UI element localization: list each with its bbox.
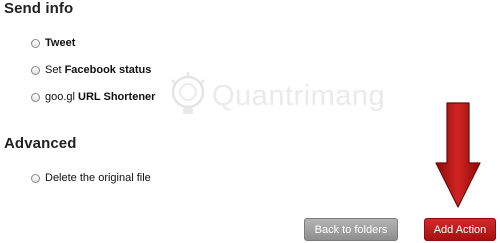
facebook-status-option[interactable]: Set Facebook status: [31, 62, 151, 78]
lightbulb-icon: [171, 72, 205, 114]
facebook-status-label: Set Facebook status: [45, 64, 152, 76]
url-shortener-label: goo.gl URL Shortener: [45, 91, 156, 103]
delete-original-file-option[interactable]: Delete the original file: [31, 170, 151, 186]
url-shortener-radio[interactable]: [31, 92, 40, 102]
url-shortener-option[interactable]: goo.gl URL Shortener: [31, 89, 155, 105]
send-info-heading: Send info: [4, 0, 74, 17]
add-action-button[interactable]: Add Action: [424, 218, 496, 241]
facebook-status-radio[interactable]: [31, 65, 40, 75]
delete-original-file-label: Delete the original file: [45, 172, 151, 184]
watermark-logo: Quantrimang: [168, 70, 385, 130]
delete-original-file-radio[interactable]: [31, 173, 40, 183]
watermark-text: Quantrimang: [212, 80, 386, 112]
tweet-option[interactable]: Tweet: [31, 35, 75, 51]
tweet-radio[interactable]: [31, 38, 40, 48]
back-to-folders-button[interactable]: Back to folders: [304, 218, 398, 241]
down-arrow-icon: [435, 102, 481, 208]
tweet-label: Tweet: [45, 37, 76, 49]
advanced-heading: Advanced: [4, 135, 77, 152]
